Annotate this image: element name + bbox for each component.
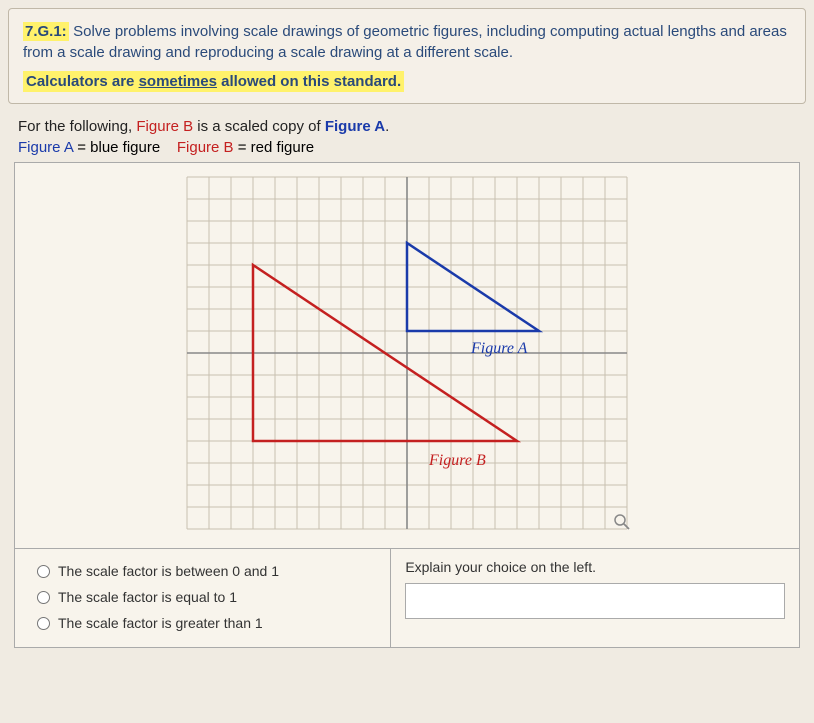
calculator-note: Calculators are sometimes allowed on thi… [23,73,791,91]
grid-diagram: Figure A Figure B [179,173,635,533]
triangle-grid-svg: Figure A Figure B [179,173,635,533]
choice-option-2[interactable]: The scale factor is equal to 1 [37,589,376,605]
choice-option-1[interactable]: The scale factor is between 0 and 1 [37,563,376,579]
calculator-text: Calculators are sometimes allowed on thi… [23,71,404,92]
standard-text: Solve problems involving scale drawings … [23,23,787,61]
choice-label-2: The scale factor is equal to 1 [58,589,237,605]
question-intro: For the following, Figure B is a scaled … [18,118,796,135]
answer-row: The scale factor is between 0 and 1 The … [14,549,800,648]
choice-label-1: The scale factor is between 0 and 1 [58,563,279,579]
explain-input[interactable] [405,583,785,619]
standard-header: 7.G.1: Solve problems involving scale dr… [8,8,806,104]
standard-code: 7.G.1: [23,22,69,41]
explain-panel: Explain your choice on the left. [391,549,799,647]
choice-option-3[interactable]: The scale factor is greater than 1 [37,615,376,631]
radio-option-1[interactable] [37,565,50,578]
explain-prompt: Explain your choice on the left. [405,559,785,575]
choice-label-3: The scale factor is greater than 1 [58,615,263,631]
standard-description: 7.G.1: Solve problems involving scale dr… [23,21,791,63]
figure-b-label: Figure B [428,452,486,469]
choice-list: The scale factor is between 0 and 1 The … [15,549,391,647]
radio-option-2[interactable] [37,591,50,604]
figure-a-label: Figure A [470,340,528,357]
figure-legend: Figure A = blue figure Figure B = red fi… [18,139,796,156]
figure-panel: Figure A Figure B [14,162,800,549]
radio-option-3[interactable] [37,617,50,630]
